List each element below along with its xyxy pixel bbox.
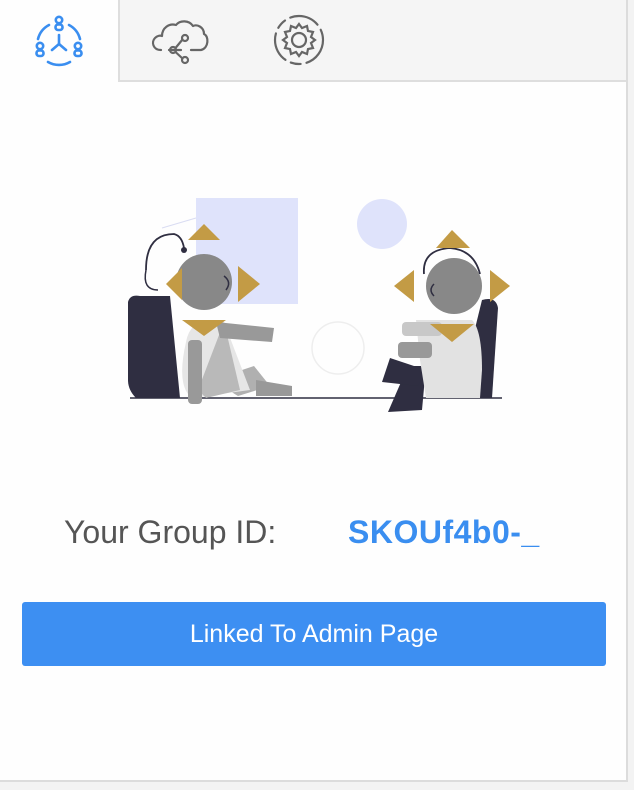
- app-window: Your Group ID: SKOUf4b0-_ Linked To Admi…: [0, 0, 628, 782]
- group-network-icon: [35, 15, 83, 67]
- tab-settings[interactable]: [240, 0, 358, 80]
- settings-gear-icon: [273, 14, 325, 66]
- group-id-value: SKOUf4b0-_: [348, 514, 540, 550]
- cloud-share-icon: [151, 20, 209, 65]
- group-id-row: Your Group ID: SKOUf4b0-_: [0, 508, 626, 556]
- group-id-label: Your Group ID:: [64, 514, 277, 550]
- tab-group[interactable]: [0, 0, 120, 82]
- tab-cloud[interactable]: [120, 0, 238, 80]
- linked-admin-page-button[interactable]: Linked To Admin Page: [22, 602, 606, 666]
- meeting-illustration: [128, 198, 510, 412]
- tab-bar: [0, 0, 626, 82]
